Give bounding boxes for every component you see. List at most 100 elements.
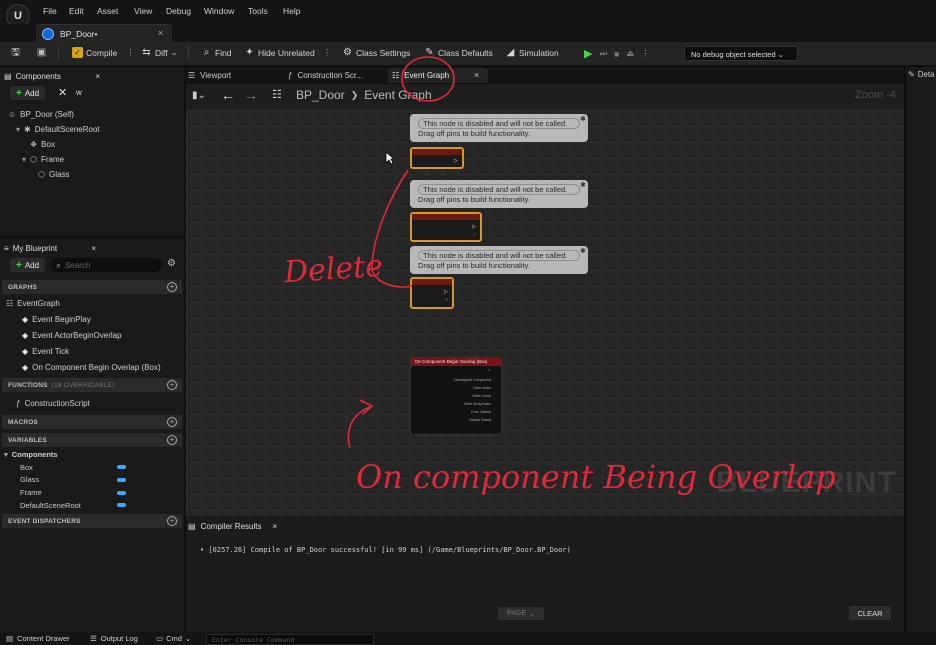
add-graph-icon[interactable]: + (167, 282, 177, 292)
simulation-button[interactable]: ◢ Simulation (505, 47, 559, 58)
close-icon[interactable]: × (158, 28, 163, 38)
more-options-icon[interactable]: ⋮ (126, 47, 135, 58)
variable-group-components[interactable]: ▾ Components (4, 450, 58, 459)
event-begin-play-node[interactable]: ▷ (410, 147, 464, 169)
step-icon[interactable]: ⏭ (599, 48, 607, 59)
section-graphs[interactable]: GRAPHS (2, 280, 182, 294)
output-log-button[interactable]: ☰ Output Log (90, 634, 138, 643)
section-event-dispatchers[interactable]: EVENT DISPATCHERS (2, 514, 182, 528)
diff-button[interactable]: ⇆ Diff ⌄ (141, 47, 177, 58)
hide-unrelated-button[interactable]: ✦ Hide Unrelated ⋮ (244, 47, 331, 58)
browse-icon[interactable]: ▣ (36, 47, 47, 58)
event-item-component-begin-overlap[interactable]: ◆ On Component Begin Overlap (Box) (22, 363, 161, 372)
pin-icon[interactable]: ✱ (580, 247, 586, 255)
gear-icon[interactable]: ⚙ (167, 258, 176, 269)
debug-object-select[interactable]: No debug object selected ⌄ (684, 46, 798, 61)
add-dispatcher-icon[interactable]: + (167, 516, 177, 526)
menu-window[interactable]: Window (204, 6, 234, 16)
add-variable-icon[interactable]: + (167, 435, 177, 445)
my-blueprint-add-button[interactable]: + Add (10, 258, 46, 272)
compiler-results-tab[interactable]: ▤ Compiler Results × (188, 519, 284, 533)
tree-item-default-scene-root[interactable]: ▾ ✱ DefaultSceneRoot (16, 125, 100, 134)
class-defaults-button[interactable]: ✎ Class Defaults (424, 47, 493, 58)
page-button[interactable]: PAGE ⌄ (498, 607, 544, 620)
components-tab[interactable]: ▤ Components × (4, 69, 100, 83)
disabled-node-comment[interactable]: This node is disabled and will not be ca… (410, 114, 588, 142)
disabled-node-comment[interactable]: This node is disabled and will not be ca… (410, 180, 588, 208)
content-drawer-button[interactable]: ▤ Content Drawer (6, 634, 70, 643)
console-command-input[interactable]: Enter Console Command (206, 634, 374, 645)
pin-other-actor[interactable]: Other Actor (411, 384, 501, 392)
close-icon[interactable]: × (91, 244, 96, 253)
my-blueprint-tab[interactable]: ≡ My Blueprint × (4, 241, 96, 255)
tree-item-bp-door-self[interactable]: ☺ BP_Door (Self) (8, 110, 74, 119)
collapse-arrow-icon[interactable]: ▾ (16, 125, 20, 134)
menu-debug[interactable]: Debug (166, 6, 191, 16)
graph-nav-menu-icon[interactable]: ▮⌄ (192, 90, 206, 101)
pin-overlapped-component[interactable]: Overlapped Component (411, 376, 501, 384)
event-actor-begin-overlap-node[interactable]: ▷ ○ (410, 212, 482, 242)
editor-tab-construction-script[interactable]: ƒ Construction Scr... (288, 69, 384, 82)
editor-tab-viewport[interactable]: ☰ Viewport (188, 69, 284, 82)
details-tab[interactable]: ✎ Deta (908, 70, 935, 79)
more-options-icon[interactable]: ⋮ (323, 47, 332, 58)
event-item-begin-play[interactable]: ◆ Event BeginPlay (22, 315, 91, 324)
event-item-tick[interactable]: ◆ Event Tick (22, 347, 69, 356)
pin-other-comp[interactable]: Other Comp (411, 392, 501, 400)
float-pin-icon[interactable]: ○ (445, 297, 448, 303)
tree-item-box[interactable]: ❖ Box (30, 140, 55, 149)
exec-pin-icon[interactable]: ▷ (444, 289, 448, 295)
on-component-begin-overlap-node[interactable]: On Component Begin Overlap (Box) ▷ Overl… (410, 357, 502, 435)
components-add-button[interactable]: + Add (10, 86, 46, 100)
disabled-node-comment[interactable]: This node is disabled and will not be ca… (410, 246, 588, 274)
save-icon[interactable]: 🖫 (10, 47, 21, 58)
add-macro-icon[interactable]: + (167, 417, 177, 427)
pin-icon[interactable]: ✱ (580, 181, 586, 189)
close-icon[interactable]: × (95, 72, 100, 81)
find-button[interactable]: ⌕ Find (201, 47, 232, 58)
variable-default-scene-root[interactable]: DefaultSceneRoot (20, 501, 81, 510)
pin-other-body-index[interactable]: Other Body Index (411, 400, 501, 408)
eject-icon[interactable]: ⏏ (626, 48, 634, 59)
pin-sweep-result[interactable]: Sweep Result (411, 416, 501, 424)
breadcrumb-blueprint[interactable]: BP_Door (296, 88, 345, 102)
section-macros[interactable]: MACROS (2, 415, 182, 429)
variable-frame[interactable]: Frame (20, 488, 42, 497)
close-icon[interactable]: × (474, 70, 479, 80)
menu-asset[interactable]: Asset (97, 6, 118, 16)
exec-pin-icon[interactable]: ▷ (454, 158, 458, 164)
menu-help[interactable]: Help (283, 6, 300, 16)
event-tick-node[interactable]: ▷ ○ (410, 277, 454, 309)
compile-button[interactable]: ✓ Compile ⋮ (72, 47, 135, 58)
menu-view[interactable]: View (134, 6, 152, 16)
function-item-construction-script[interactable]: ƒ ConstructionScript (16, 399, 90, 408)
menu-tools[interactable]: Tools (248, 6, 268, 16)
object-pin-icon[interactable]: ○ (473, 232, 476, 238)
menu-edit[interactable]: Edit (69, 6, 84, 16)
my-blueprint-search-input[interactable]: ⌕ Search (52, 258, 162, 272)
tree-item-frame[interactable]: ▾ ⬡ Frame (22, 155, 64, 164)
editor-tab-event-graph[interactable]: ☷ Event Graph (388, 68, 488, 83)
variable-glass[interactable]: Glass (20, 475, 39, 484)
collapse-arrow-icon[interactable]: ▾ (4, 450, 8, 459)
more-options-icon[interactable]: ⋮ (641, 48, 650, 59)
cmd-selector[interactable]: ▭ Cmd ⌄ (156, 634, 191, 643)
exec-pin-icon[interactable]: ▷ (472, 224, 476, 230)
menu-file[interactable]: File (43, 6, 57, 16)
tree-item-glass[interactable]: ⬡ Glass (38, 170, 69, 179)
clear-button[interactable]: CLEAR (849, 606, 891, 620)
event-graph-item[interactable]: ☷ EventGraph (6, 299, 60, 308)
section-functions[interactable]: FUNCTIONS (19 OVERRIDABLE) (2, 378, 182, 392)
back-arrow-icon[interactable]: ← (221, 87, 235, 103)
section-variables[interactable]: VARIABLES (2, 433, 182, 447)
document-tab-bp-door[interactable]: BP_Door• × (36, 24, 172, 42)
collapse-arrow-icon[interactable]: ▾ (22, 155, 26, 164)
variable-box[interactable]: Box (20, 463, 33, 472)
class-settings-button[interactable]: ⚙ Class Settings (342, 47, 410, 58)
breadcrumb-graph[interactable]: Event Graph (364, 88, 431, 102)
add-function-icon[interactable]: + (167, 380, 177, 390)
play-icon[interactable]: ▶ (584, 47, 592, 60)
event-graph-canvas[interactable] (186, 110, 904, 516)
clear-search-icon[interactable]: ✕ (58, 86, 67, 99)
components-search-input[interactable]: w (76, 88, 82, 97)
